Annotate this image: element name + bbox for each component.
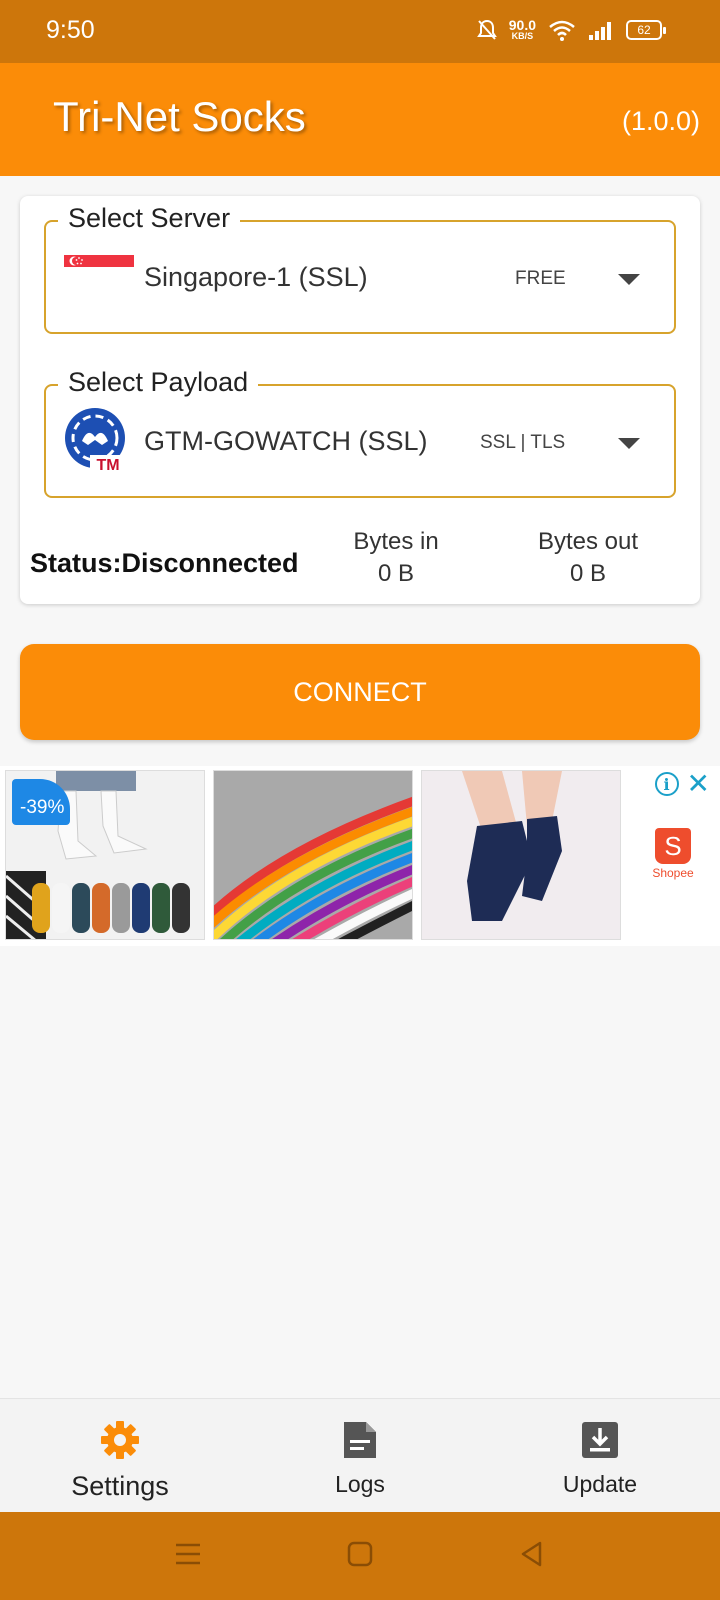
ad-banner[interactable]: -39% i ✕ S Shopee xyxy=(0,766,720,946)
dropdown-arrow-icon xyxy=(618,438,640,449)
ad-image xyxy=(214,771,412,939)
document-icon xyxy=(344,1422,376,1458)
dropdown-arrow-icon xyxy=(618,274,640,285)
battery-level: 62 xyxy=(637,22,651,37)
tm-logo-icon: TM xyxy=(65,408,126,474)
nav-settings[interactable]: Settings xyxy=(20,1419,220,1502)
bytes-out-label: Bytes out xyxy=(537,528,639,555)
server-select-label: Select Server xyxy=(58,203,241,234)
app-version: (1.0.0) xyxy=(621,106,700,136)
shopee-bag-icon: S xyxy=(655,828,691,864)
bytes-in-value: 0 B xyxy=(377,560,415,588)
wifi-icon xyxy=(549,20,575,41)
payload-select-label: Select Payload xyxy=(58,367,259,398)
ad-product-cable-protectors[interactable] xyxy=(213,770,413,940)
ad-controls: i ✕ xyxy=(654,770,710,798)
battery-icon: 62 xyxy=(626,19,666,40)
bottom-nav: Settings Logs Update xyxy=(0,1398,720,1512)
network-speed-unit: KB/S xyxy=(511,31,534,41)
ad-info-icon[interactable]: i xyxy=(654,772,679,796)
ad-image xyxy=(422,771,620,939)
nav-update[interactable]: Update xyxy=(500,1419,700,1498)
connect-button[interactable]: CONNECT xyxy=(20,644,700,740)
nav-logs-label: Logs xyxy=(335,1471,385,1497)
payload-name: GTM-GOWATCH (SSL) xyxy=(144,426,428,456)
shopee-logo[interactable]: S Shopee xyxy=(648,828,698,880)
system-nav-bar xyxy=(0,1512,720,1600)
payload-select[interactable]: Select Payload TM GTM-GOWATCH (SSL) SSL … xyxy=(44,367,676,498)
ad-close-icon[interactable]: ✕ xyxy=(687,770,710,798)
status-time: 9:50 xyxy=(46,16,95,44)
menu-icon[interactable] xyxy=(174,1540,202,1568)
app-bar: Tri-Net Socks (1.0.0) xyxy=(0,63,720,176)
connection-card: Select Server Singapore-1 (SSL) FREE Sel… xyxy=(20,196,700,604)
connection-status: Status:Disconnected xyxy=(30,548,299,578)
nav-logs[interactable]: Logs xyxy=(260,1419,460,1498)
bytes-out: Bytes out 0 B xyxy=(508,526,668,591)
gear-icon xyxy=(101,1421,139,1459)
nav-settings-label: Settings xyxy=(71,1471,169,1501)
shopee-label: Shopee xyxy=(652,866,694,880)
status-icons: 90.0 KB/S 62 xyxy=(476,18,666,41)
ad-product-socks-navy[interactable] xyxy=(421,770,621,940)
singapore-flag-icon xyxy=(64,255,134,279)
bytes-in: Bytes in 0 B xyxy=(316,526,476,591)
server-name: Singapore-1 (SSL) xyxy=(144,262,368,292)
download-icon xyxy=(582,1422,618,1458)
back-icon[interactable] xyxy=(518,1540,546,1568)
server-select[interactable]: Select Server Singapore-1 (SSL) FREE xyxy=(44,203,676,334)
network-speed: 90.0 KB/S xyxy=(509,18,536,41)
home-icon[interactable] xyxy=(346,1540,374,1568)
network-speed-value: 90.0 xyxy=(508,17,536,33)
app-title: Tri-Net Socks xyxy=(53,93,306,140)
svg-text:TM: TM xyxy=(96,457,119,474)
nav-update-label: Update xyxy=(562,1471,638,1497)
ad-product-socks-white[interactable]: -39% xyxy=(5,770,205,940)
payload-protocol-badge: SSL | TLS xyxy=(480,432,566,453)
bytes-out-value: 0 B xyxy=(569,560,607,588)
bytes-in-label: Bytes in xyxy=(353,528,439,555)
status-bar: 9:50 90.0 KB/S 62 xyxy=(0,0,720,63)
mute-bell-icon xyxy=(476,19,497,40)
server-tier-badge: FREE xyxy=(515,268,566,289)
signal-icon xyxy=(589,21,611,40)
